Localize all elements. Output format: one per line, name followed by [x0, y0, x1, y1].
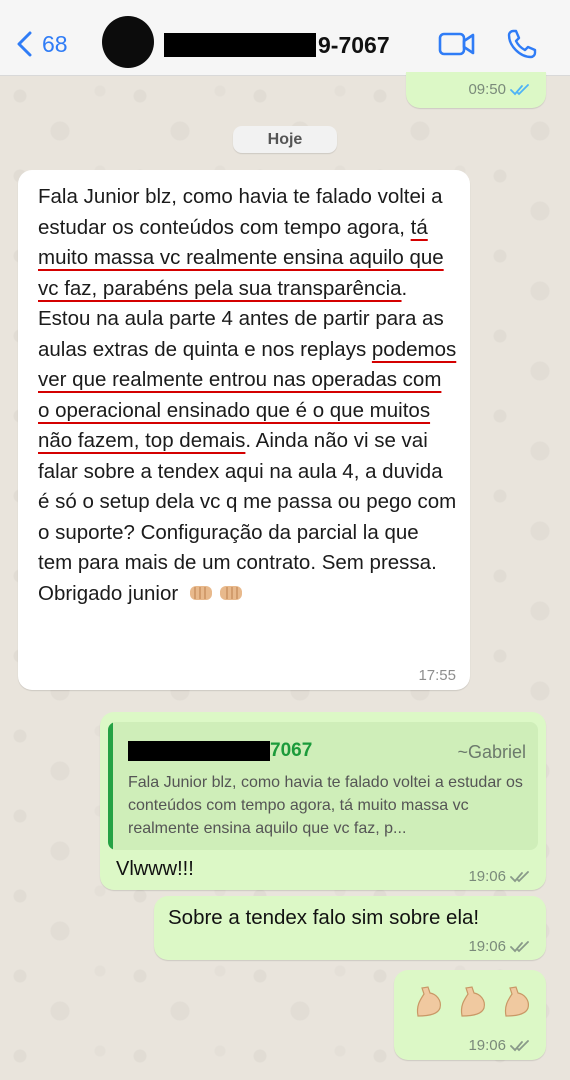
- message-time: 19:06: [468, 868, 532, 885]
- incoming-message[interactable]: Fala Junior blz, como havia te falado vo…: [18, 170, 470, 690]
- fist-bump-emoji: [219, 585, 242, 600]
- redacted-block: [128, 741, 270, 761]
- time-label: 19:06: [468, 938, 506, 955]
- redacted-block: [164, 33, 316, 57]
- video-icon[interactable]: [438, 30, 476, 58]
- avatar[interactable]: [102, 16, 154, 68]
- quote-name: ~Gabriel: [457, 742, 526, 762]
- message-time: 17:55: [418, 667, 456, 684]
- double-check-icon: [510, 870, 529, 882]
- unread-count: 68: [42, 30, 68, 57]
- message-time: 19:06: [468, 1037, 532, 1054]
- quote-bar: [108, 722, 113, 850]
- outgoing-message[interactable]: 19:06: [394, 970, 546, 1060]
- time-label: 19:06: [468, 1037, 506, 1054]
- quote-sender: 7067: [128, 740, 312, 762]
- time-label: 19:06: [468, 868, 506, 885]
- outgoing-message[interactable]: Sobre a tendex falo sim sobre ela! 19:06: [154, 896, 546, 960]
- message-time: 09:50: [468, 81, 532, 98]
- flexed-biceps-emoji: [460, 986, 485, 1017]
- chevron-left-icon: [17, 31, 32, 57]
- double-check-icon: [510, 83, 529, 95]
- date-separator: Hoje: [233, 126, 337, 153]
- message-text: Fala Junior blz, como havia te falado vo…: [38, 182, 458, 609]
- contact-number: 9-7067: [318, 31, 390, 58]
- emoji-row: [412, 984, 534, 1020]
- back-button[interactable]: 68: [14, 26, 68, 62]
- quote-text: Fala Junior blz, como havia te falado vo…: [128, 774, 523, 837]
- flexed-biceps-emoji: [416, 986, 441, 1017]
- time-label: 09:50: [468, 81, 506, 98]
- outgoing-message[interactable]: 09:50: [406, 72, 546, 108]
- quoted-message[interactable]: 7067 ~Gabriel Fala Junior blz, como havi…: [108, 722, 538, 850]
- chat-header: 68 9-7067: [0, 0, 570, 76]
- quote-number: 7067: [270, 740, 313, 761]
- text-segment: . Ainda não vi se vai falar sobre a tend…: [38, 429, 457, 605]
- phone-icon[interactable]: [506, 28, 538, 60]
- message-text: Sobre a tendex falo sim sobre ela!: [168, 906, 480, 929]
- double-check-icon: [510, 1039, 529, 1051]
- message-time: 19:06: [468, 938, 532, 955]
- double-check-icon: [510, 940, 529, 952]
- message-text: Vlwww!!!: [116, 858, 194, 880]
- text-segment: Fala Junior blz, como havia te falado vo…: [38, 185, 443, 239]
- outgoing-message[interactable]: 7067 ~Gabriel Fala Junior blz, como havi…: [100, 712, 546, 890]
- flexed-biceps-emoji: [504, 986, 529, 1017]
- contact-name[interactable]: 9-7067: [164, 30, 390, 60]
- fist-bump-emoji: [189, 585, 212, 600]
